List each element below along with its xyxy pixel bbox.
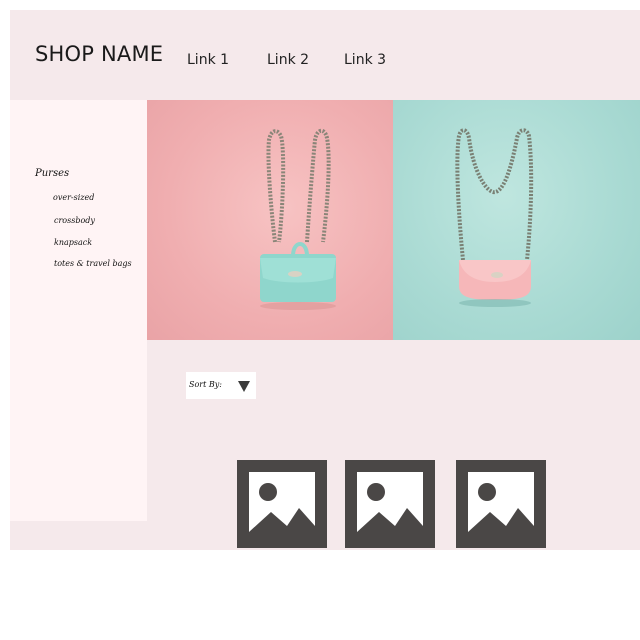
dropdown-triangle-icon: [238, 381, 250, 392]
sidebar-item-over-sized[interactable]: over-sized: [53, 193, 94, 202]
product-image-placeholder-3[interactable]: [456, 460, 546, 548]
sidebar-heading-purses[interactable]: Purses: [35, 168, 69, 179]
sidebar-item-crossbody[interactable]: crossbody: [54, 216, 95, 225]
product-image-placeholder-1[interactable]: [237, 460, 327, 548]
page: SHOP NAME Link 1 Link 2 Link 3 Purses ov…: [10, 10, 640, 550]
nav-link-1[interactable]: Link 1: [187, 52, 229, 68]
pink-purse-photo-icon: [455, 128, 534, 307]
sidebar-item-totes-travel-bags[interactable]: totes & travel bags: [54, 259, 132, 268]
shop-name-logo[interactable]: SHOP NAME: [35, 42, 163, 66]
image-placeholder-icon: [249, 472, 315, 540]
nav-link-3[interactable]: Link 3: [344, 52, 386, 68]
image-placeholder-icon: [357, 472, 423, 540]
category-sidebar: Purses over-sized crossbody knapsack tot…: [10, 100, 147, 521]
sidebar-item-knapsack[interactable]: knapsack: [54, 238, 92, 247]
hero-image-mint-purse[interactable]: [147, 100, 393, 340]
image-placeholder-icon: [468, 472, 534, 540]
hero-image-pink-purse[interactable]: [393, 100, 640, 340]
mint-purse-photo-icon: [260, 128, 336, 310]
nav-link-2[interactable]: Link 2: [267, 52, 309, 68]
site-header: SHOP NAME Link 1 Link 2 Link 3: [10, 10, 640, 100]
hero-banner: [147, 100, 640, 340]
sort-by-dropdown[interactable]: Sort By:: [186, 372, 256, 399]
product-image-placeholder-2[interactable]: [345, 460, 435, 548]
sort-by-label: Sort By:: [189, 380, 222, 389]
